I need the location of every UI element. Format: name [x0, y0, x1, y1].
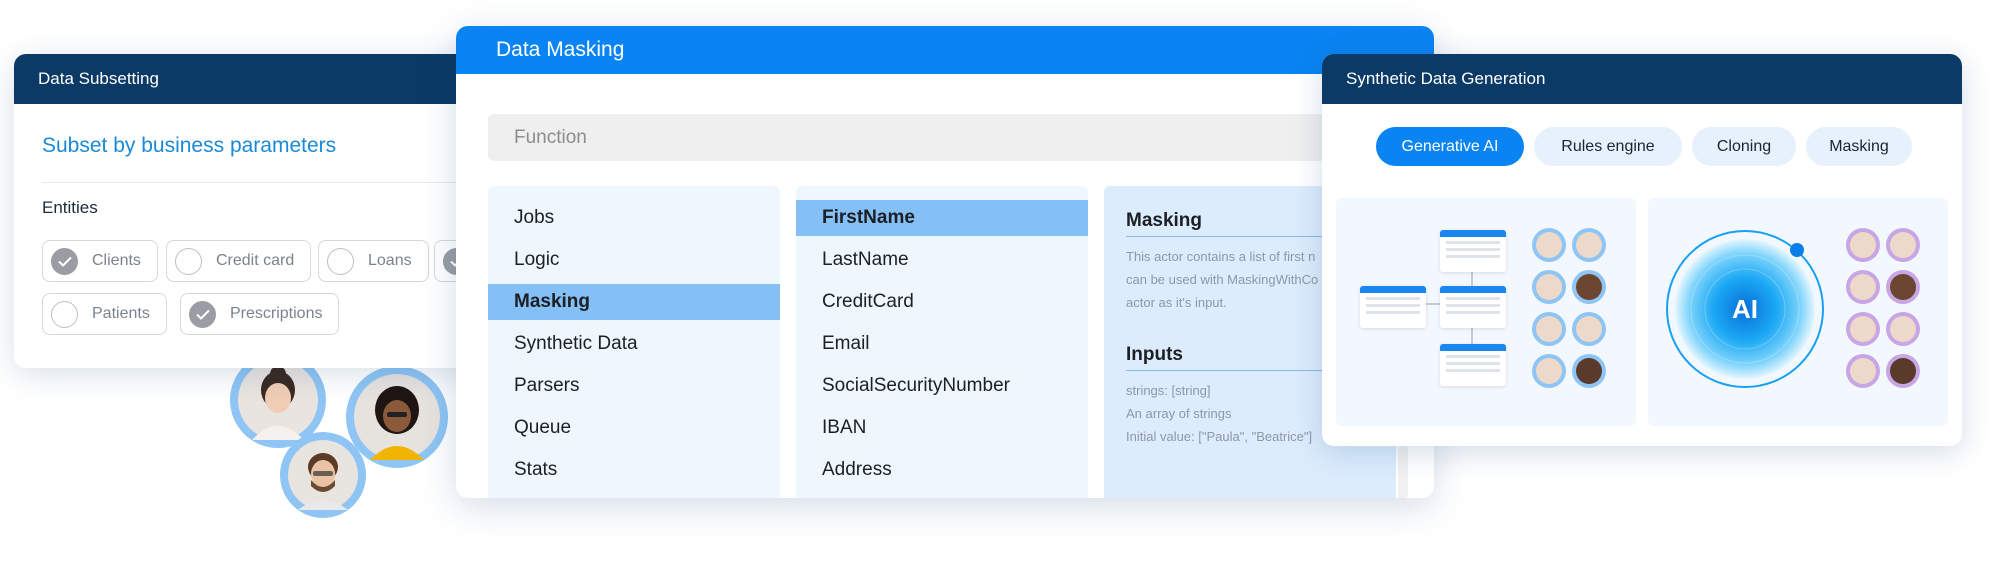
synthetic-data-header: Synthetic Data Generation	[1322, 54, 1962, 104]
chip-credit-card[interactable]: Credit card	[166, 240, 312, 282]
person-avatar-icon	[280, 432, 366, 518]
tab-rules-engine[interactable]: Rules engine	[1534, 127, 1682, 166]
category-item-logic[interactable]: Logic	[488, 242, 780, 278]
table-node-icon	[1440, 230, 1506, 272]
category-list: Jobs Logic Masking Synthetic Data Parser…	[488, 186, 780, 498]
field-list: FirstName LastName CreditCard Email Soci…	[796, 186, 1088, 498]
data-masking-card: Data Masking Jobs Logic Masking Syntheti…	[456, 26, 1434, 498]
category-item-jobs[interactable]: Jobs	[488, 200, 780, 236]
field-item-ssn[interactable]: SocialSecurityNumber	[796, 368, 1088, 404]
entities-label: Entities	[42, 198, 98, 217]
scrollbar[interactable]	[1398, 446, 1408, 498]
person-avatar-icon	[1886, 228, 1920, 262]
field-item-creditcard[interactable]: CreditCard	[796, 284, 1088, 320]
checkbox-icon	[175, 247, 202, 275]
table-node-icon	[1440, 344, 1506, 386]
data-subsetting-card: Data Subsetting Subset by business param…	[14, 54, 484, 368]
data-masking-title: Data Masking	[496, 38, 625, 61]
field-item-firstname[interactable]: FirstName	[796, 200, 1088, 236]
tab-cloning[interactable]: Cloning	[1692, 127, 1796, 166]
ai-label: AI	[1732, 293, 1758, 324]
person-avatar-icon	[1572, 312, 1606, 346]
person-avatar-icon	[1572, 354, 1606, 388]
chip-prescriptions[interactable]: Prescriptions	[180, 293, 340, 335]
person-avatar-icon	[1532, 228, 1566, 262]
synthetic-data-card: Synthetic Data Generation Generative AI …	[1322, 54, 1962, 446]
tab-masking[interactable]: Masking	[1806, 127, 1912, 166]
person-avatar-icon	[1886, 312, 1920, 346]
data-subsetting-title: Data Subsetting	[38, 69, 159, 88]
checkbox-icon	[51, 300, 78, 328]
field-item-email[interactable]: Email	[796, 326, 1088, 362]
chip-label: Prescriptions	[230, 305, 323, 322]
synthetic-data-title: Synthetic Data Generation	[1346, 69, 1546, 88]
divider	[42, 182, 484, 183]
person-avatar-icon	[1886, 354, 1920, 388]
category-item-parsers[interactable]: Parsers	[488, 368, 780, 404]
person-avatar-icon	[1572, 270, 1606, 304]
person-avatar-icon	[1846, 354, 1880, 388]
chip-patients[interactable]: Patients	[42, 293, 167, 335]
category-item-stats[interactable]: Stats	[488, 452, 780, 488]
data-masking-header: Data Masking	[456, 26, 1434, 74]
chip-label: Credit card	[216, 252, 295, 269]
checkbox-icon	[327, 247, 354, 275]
category-item-synthetic-data[interactable]: Synthetic Data	[488, 326, 780, 362]
field-item-lastname[interactable]: LastName	[796, 242, 1088, 278]
check-icon	[51, 247, 78, 275]
person-avatar-icon	[1532, 354, 1566, 388]
check-icon	[189, 300, 216, 328]
person-avatar-icon	[1846, 228, 1880, 262]
chip-label: Loans	[368, 252, 412, 269]
function-search-input[interactable]	[488, 114, 1418, 161]
field-item-iban[interactable]: IBAN	[796, 410, 1088, 446]
person-avatar-icon	[1886, 270, 1920, 304]
data-subsetting-header: Data Subsetting	[14, 54, 484, 104]
person-avatar-icon	[1532, 312, 1566, 346]
ai-panel: AI	[1648, 198, 1948, 426]
man-avatar-icon	[288, 440, 358, 510]
woman-avatar-icon	[238, 360, 318, 440]
person-avatar-icon	[1532, 270, 1566, 304]
person-avatar-icon	[1846, 312, 1880, 346]
chip-loans[interactable]: Loans	[318, 240, 429, 282]
person-avatar-icon	[346, 366, 448, 468]
marketing-composite: Data Subsetting Subset by business param…	[0, 0, 2000, 573]
subset-heading[interactable]: Subset by business parameters	[42, 134, 336, 158]
tab-generative-ai[interactable]: Generative AI	[1376, 127, 1524, 166]
field-item-address[interactable]: Address	[796, 452, 1088, 488]
woman-avatar-icon	[354, 374, 440, 460]
chip-clients[interactable]: Clients	[42, 240, 158, 282]
schema-panel	[1336, 198, 1636, 426]
chip-label: Clients	[92, 252, 141, 269]
person-avatar-icon	[1846, 270, 1880, 304]
person-avatar-icon	[1572, 228, 1606, 262]
category-item-masking[interactable]: Masking	[488, 284, 780, 320]
chip-label: Patients	[92, 305, 150, 322]
table-node-icon	[1440, 286, 1506, 328]
category-item-queue[interactable]: Queue	[488, 410, 780, 446]
table-node-icon	[1360, 286, 1426, 328]
